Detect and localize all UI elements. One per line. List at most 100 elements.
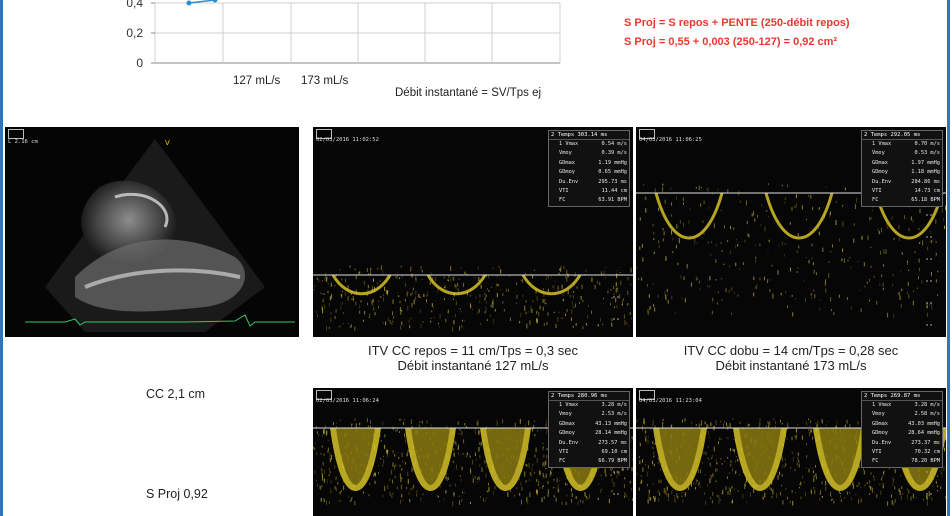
doppler-noise [327,451,329,453]
measurement-value: 0.53 m/s [914,150,940,157]
doppler-noise [728,487,730,491]
doppler-noise [906,292,908,294]
doppler-noise [392,320,394,322]
doppler-noise [401,428,403,431]
doppler-noise [328,326,330,329]
measurement-row: Vmoy 0.53 m/s [862,149,942,158]
doppler-noise [382,463,384,467]
doppler-noise [529,457,531,460]
measurement-label: FC [559,458,566,465]
doppler-noise [573,306,575,309]
doppler-noise [803,280,805,282]
doppler-noise [580,296,582,299]
doppler-noise [387,290,389,295]
doppler-noise [830,496,832,498]
doppler-noise [571,301,573,306]
doppler-noise [767,252,769,254]
doppler-noise [811,429,813,432]
doppler-noise [705,501,707,505]
doppler-noise [727,490,729,495]
doppler-noise [542,287,544,291]
doppler-noise [335,476,337,481]
measurement-value: 2.53 m/s [601,411,627,418]
doppler-noise [707,445,709,448]
doppler-noise [916,287,918,289]
doppler-noise [791,436,793,441]
doppler-noise [653,251,655,255]
doppler-noise [728,265,730,268]
doppler-noise [626,321,628,325]
doppler-noise [809,425,811,427]
doppler-noise [652,447,654,450]
doppler-noise [477,312,479,314]
doppler-noise [605,277,607,279]
doppler-noise [707,484,709,487]
doppler-noise [380,265,382,271]
doppler-noise [819,307,821,311]
doppler-noise [370,419,372,424]
doppler-noise [480,284,482,289]
doppler-noise [339,325,341,328]
sproj-label: S Proj 0,92 [146,487,208,501]
doppler-noise [943,466,945,471]
doppler-noise [494,310,496,313]
doppler-noise [560,266,562,270]
doppler-noise [786,496,788,500]
doppler-noise [892,483,894,486]
doppler-noise [664,199,666,204]
doppler-noise [565,482,567,486]
doppler-noise [798,483,800,486]
doppler-noise [646,284,648,287]
doppler-noise [918,227,920,231]
doppler-noise [931,306,933,310]
doppler-noise [542,299,544,304]
doppler-noise [632,498,633,501]
doppler-noise [898,488,900,492]
doppler-noise [873,475,875,478]
doppler-noise [449,484,451,487]
doppler-noise [763,276,765,281]
doppler-noise [937,489,939,492]
doppler-noise [943,217,945,221]
doppler-noise [553,480,555,482]
doppler-noise [373,307,375,311]
measurement-row: GDmax 43.13 mmHg [549,420,629,429]
doppler-noise [611,318,613,322]
doppler-noise [843,258,845,264]
measurement-label: Du.Env [872,439,892,446]
doppler-noise [733,291,735,295]
doppler-noise [610,474,612,477]
panel1-header: L 2.16 cm [8,139,38,145]
doppler-noise [454,483,456,487]
doppler-noise [682,202,684,205]
doppler-noise [616,273,618,279]
doppler-noise [553,311,555,313]
doppler-noise [747,423,749,428]
doppler-noise [905,217,907,219]
doppler-noise [565,313,567,317]
measurement-label: GDmoy [559,430,575,437]
doppler-noise [410,488,412,491]
doppler-noise [716,468,718,471]
doppler-noise [609,302,611,306]
doppler-noise [453,452,455,457]
doppler-noise [724,460,726,462]
doppler-noise [496,292,498,298]
measurement-row: FC 78.20 BPM [862,457,942,466]
doppler-noise [519,477,521,481]
doppler-aortic-rest-panel: 02/03/2016 11:06:24 2 Temps 280.96 ms 1 … [313,388,633,516]
doppler-noise [761,203,763,207]
doppler-noise [681,495,683,497]
doppler-noise [349,265,351,268]
doppler-noise [756,284,758,287]
doppler-noise [893,238,895,240]
doppler-noise [525,300,527,303]
doppler-noise [879,283,881,286]
doppler-noise [431,310,433,313]
doppler-noise [794,205,796,209]
doppler-noise [416,490,418,494]
doppler-noise [756,215,758,218]
doppler-noise [628,324,630,327]
doppler-noise [654,496,656,501]
doppler-noise [317,483,319,487]
